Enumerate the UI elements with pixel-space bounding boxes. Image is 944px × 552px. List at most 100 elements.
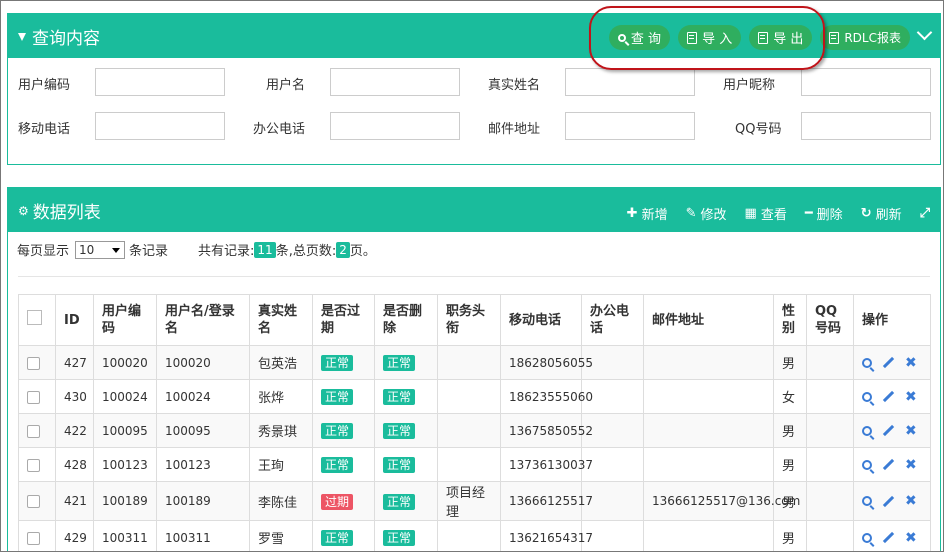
file-icon [758,31,769,44]
app-frame: 查询内容 查 询 导 入 导 出 RDLC报表 用户编码 用户名 真实姓名 用户… [0,0,944,552]
expired-status-badge: 过期 [321,493,354,510]
expired-status-badge: 正常 [321,530,354,546]
import-button[interactable]: 导 入 [678,25,742,50]
add-button[interactable]: ✚ 新增 [627,204,668,223]
deleted-status-badge: 正常 [383,423,416,439]
username-input[interactable] [330,68,460,96]
column-header[interactable]: 是否删除 [374,294,438,346]
paging-info: 每页显示 10 条记录 共有记录: 11 条,总页数: 2 页。 [17,240,376,259]
table-row[interactable]: 430 100024 100024 张烨 正常 正常 18623555060 女 ✖ [18,379,931,414]
table-row[interactable]: 421 100189 100189 李陈佳 过期 正常 项目经理 13666125517 136… [18,481,931,521]
table-row[interactable]: 428 100123 100123 王珣 正常 正常 13736130037 男 ✖ [18,447,931,482]
edit-row-icon[interactable] [882,424,895,437]
row-checkbox[interactable] [27,531,40,545]
cell-mobile: 18628056055 [500,345,593,380]
edit-row-icon[interactable] [882,495,895,507]
mobile-phone-input[interactable] [95,112,225,140]
actions-cell: ✖ [853,520,931,551]
row-checkbox[interactable] [27,495,40,508]
cell-qq [806,520,854,551]
edit-row-icon[interactable] [882,458,895,471]
email-input[interactable] [565,112,695,140]
search-button[interactable]: 查 询 [608,25,671,50]
column-header[interactable]: QQ号码 [806,294,854,346]
cell-qq [806,413,854,448]
pages-unit-label: 页。 [349,244,376,259]
row-checkbox[interactable] [27,424,40,438]
qq-number-label: QQ号码 [735,122,782,137]
row-checkbox[interactable] [27,458,40,472]
refresh-button[interactable]: ↻ 刷新 [861,204,902,223]
delete-row-icon[interactable]: ✖ [905,423,917,439]
user-code-input[interactable] [95,68,225,96]
row-checkbox[interactable] [27,390,40,404]
delete-row-icon[interactable]: ✖ [905,355,917,371]
delete-button[interactable]: ━ 删除 [805,204,843,223]
cell-email: 13666125517@136.com [643,481,800,521]
add-button-label: 新增 [641,208,668,223]
rdlc-report-button[interactable]: RDLC报表 [820,25,910,50]
edit-row-icon[interactable] [882,356,895,369]
row-select-cell [18,481,56,521]
delete-row-icon[interactable]: ✖ [905,389,917,405]
office-phone-input[interactable] [330,112,460,140]
cell-title [437,520,501,551]
collapse-chevron-icon[interactable] [916,24,933,41]
row-select-cell [18,447,56,482]
deleted-cell: 正常 [374,413,438,448]
view-row-icon[interactable] [862,391,872,402]
cell-title [437,345,501,380]
edit-row-icon[interactable] [882,531,895,544]
cell-code: 100095 [93,413,157,448]
query-panel-title[interactable]: 查询内容 [18,24,100,49]
view-row-icon[interactable] [862,425,872,436]
column-header[interactable]: 邮件地址 [643,294,774,346]
real-name-input[interactable] [565,68,695,96]
fullscreen-button[interactable]: ⤢ [920,206,930,221]
nickname-input[interactable] [801,68,931,96]
column-header[interactable]: 真实姓名 [249,294,313,346]
cell-username: 100123 [156,447,250,482]
deleted-cell: 正常 [374,481,438,521]
table-row[interactable]: 429 100311 100311 罗雪 正常 正常 13621654317 男 ✖ [18,520,931,551]
cell-mobile: 13736130037 [500,447,593,482]
qq-number-input[interactable] [801,112,931,140]
expand-icon: ⤢ [919,206,930,221]
cell-realname: 李陈佳 [249,481,313,521]
table-row[interactable]: 427 100020 100020 包英浩 正常 正常 18628056055 男 ✖ [18,345,931,380]
expired-cell: 正常 [312,345,375,380]
column-header[interactable]: 移动电话 [500,294,582,346]
cell-gender: 男 [773,345,807,380]
delete-row-icon[interactable]: ✖ [905,493,917,509]
cell-gender: 男 [773,413,807,448]
column-header[interactable]: 办公电话 [581,294,644,346]
deleted-status-badge: 正常 [383,457,416,473]
column-header[interactable]: 用户名/登录名 [156,294,250,346]
refresh-button-label: 刷新 [875,208,902,223]
row-checkbox[interactable] [27,356,40,370]
table-row[interactable]: 422 100095 100095 秀景琪 正常 正常 13675850552 男 ✖ [18,413,931,448]
column-header[interactable]: ID [55,294,94,346]
view-row-icon[interactable] [862,496,872,506]
cell-realname: 包英浩 [249,345,313,380]
edit-button[interactable]: ✎ 修改 [686,204,727,223]
per-page-label: 每页显示 [17,244,70,259]
column-header[interactable]: 用户编码 [93,294,157,346]
export-button[interactable]: 导 出 [749,25,813,50]
column-header[interactable]: 是否过期 [312,294,375,346]
delete-button-label: 删除 [816,208,843,223]
view-row-icon[interactable] [862,532,872,543]
cell-email [643,345,774,380]
view-row-icon[interactable] [862,357,872,368]
deleted-status-badge: 正常 [383,530,416,546]
email-label: 邮件地址 [488,122,541,137]
delete-row-icon[interactable]: ✖ [905,530,917,546]
column-header[interactable]: 性别 [773,294,807,346]
per-page-select[interactable]: 10 [75,240,126,259]
column-header[interactable]: 职务头衔 [437,294,501,346]
view-button[interactable]: ▦ 查看 [745,204,787,223]
select-all-checkbox[interactable] [27,310,42,325]
delete-row-icon[interactable]: ✖ [905,457,917,473]
view-row-icon[interactable] [862,459,872,470]
edit-row-icon[interactable] [882,390,895,403]
